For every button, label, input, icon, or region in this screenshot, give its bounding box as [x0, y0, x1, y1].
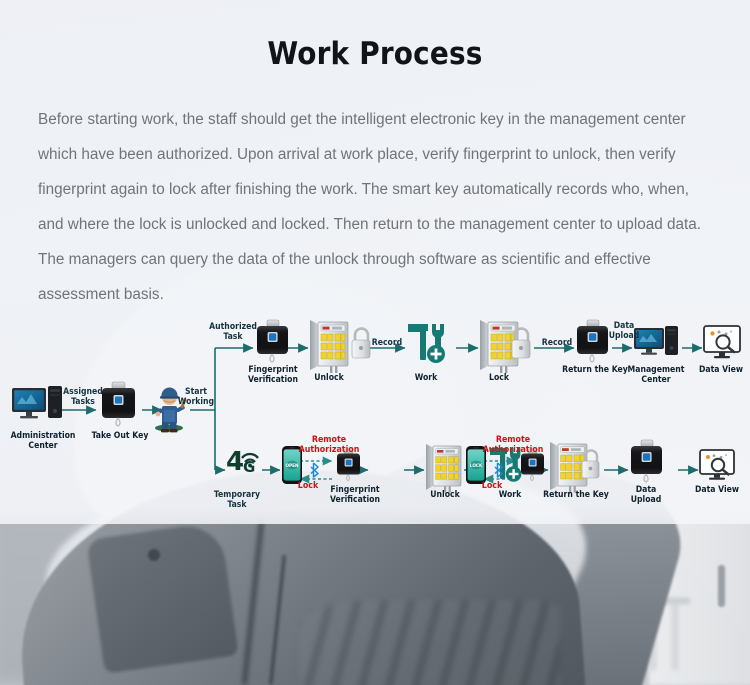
page-title: Work Process: [267, 36, 483, 72]
label-fingerprint-verification-top: Fingerprint Verification: [248, 365, 298, 385]
icon-padlock-closed-top: [511, 327, 531, 359]
label-temporary-task: Temporary Task: [213, 490, 261, 510]
icon-tools-wrench-hammer-top: [408, 324, 445, 363]
icon-monitor-magnifier-data-view-bottom: [699, 449, 735, 480]
label-remote-authorization-1: Remote Authorization: [298, 435, 360, 455]
label-authorized-task: Authorized Task: [209, 322, 257, 342]
label-start-working: Start Working: [177, 387, 215, 407]
label-return-the-key-bottom: Return the Key: [543, 490, 609, 500]
label-work-top: Work: [414, 373, 438, 383]
icon-4g-signal: 4 G: [226, 447, 259, 477]
label-work-bottom: Work: [498, 490, 522, 500]
label-unlock-top: Unlock: [314, 373, 344, 383]
icon-electrical-cabinet-unlock-bottom: [426, 444, 462, 493]
icon-bluetooth-1: [310, 462, 319, 478]
icon-smart-key-fob-data-upload: [631, 439, 662, 483]
icon-monitor-magnifier-data-view-top: [703, 325, 741, 359]
label-record-1: Record: [371, 338, 403, 348]
label-data-view-top: Data View: [698, 365, 744, 375]
label-record-2: Record: [541, 338, 573, 348]
label-remote-authorization-2: Remote Authorization: [482, 435, 544, 455]
label-return-the-key-top: Return the Key: [562, 365, 628, 375]
icon-electrical-cabinet-unlock-top: [310, 320, 349, 373]
label-assigned-tasks: Assigned Tasks: [63, 387, 103, 407]
svg-text:LOCK: LOCK: [470, 463, 483, 468]
label-administration-center: Administration Center: [10, 431, 76, 451]
label-lock-top: Lock: [489, 373, 509, 383]
label-data-view-bottom: Data View: [694, 485, 740, 495]
label-management-center: Management Center: [627, 365, 685, 385]
label-fingerprint-verification-bottom: Fingerprint Verification: [330, 485, 380, 505]
svg-text:4: 4: [226, 447, 244, 477]
icon-electrical-cabinet-return-bottom: [550, 442, 588, 493]
work-process-diagram: 4 G OPEN: [0, 300, 750, 530]
label-lock-remote-2: Lock: [481, 481, 503, 491]
label-take-out-key: Take Out Key: [91, 431, 149, 441]
label-data-upload-bottom: Data Upload: [630, 485, 662, 505]
icon-padlock-return-bottom: [581, 449, 600, 479]
svg-text:OPEN: OPEN: [286, 463, 299, 468]
label-data-upload-top: Data Upload: [608, 321, 640, 341]
page-paragraph: Before starting work, the staff should g…: [38, 111, 702, 303]
label-unlock-bottom: Unlock: [430, 490, 460, 500]
